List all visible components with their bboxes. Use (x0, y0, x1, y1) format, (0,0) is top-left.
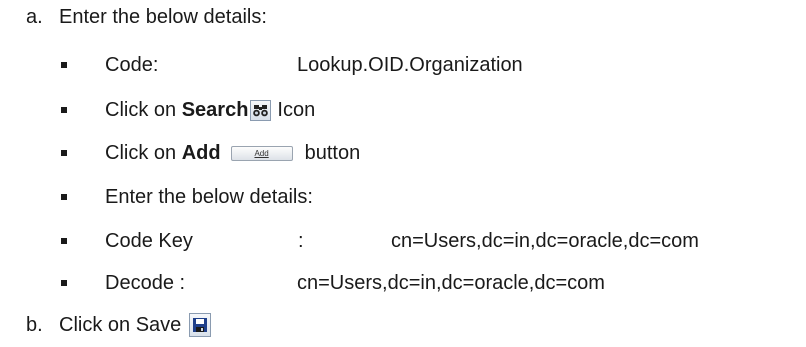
bullet (61, 194, 67, 200)
add-bold: Add (181, 142, 221, 164)
search-suffix: Icon (277, 99, 316, 121)
add-prefix: Click on (105, 142, 182, 164)
enter-text: Enter the below details: (105, 186, 313, 208)
add-button[interactable]: Add (230, 145, 293, 161)
bullet (61, 238, 67, 244)
floppy-disk-icon[interactable] (189, 313, 212, 337)
step-a-text: Enter the below details: (59, 6, 267, 28)
step-b-marker: b. (26, 314, 43, 336)
bullet (61, 107, 67, 113)
decode-value: cn=Users,dc=in,dc=oracle,dc=com (297, 272, 605, 294)
bullet (61, 150, 67, 156)
search-instruction: Click on Search Icon (105, 95, 315, 125)
add-instruction: Click on Add Add button (105, 138, 360, 168)
search-prefix: Click on (105, 99, 182, 121)
codekey-value: cn=Users,dc=in,dc=oracle,dc=com (391, 230, 699, 252)
code-label: Code: (105, 54, 159, 76)
add-suffix: button (304, 142, 361, 164)
bullet (61, 62, 67, 68)
bullet (61, 280, 67, 286)
binoculars-icon[interactable] (250, 99, 272, 121)
step-a-marker: a. (26, 6, 43, 28)
codekey-colon: : (298, 230, 304, 252)
code-value: Lookup.OID.Organization (297, 54, 523, 76)
codekey-label: Code Key (105, 230, 193, 252)
search-bold: Search (181, 99, 249, 121)
decode-label: Decode : (105, 272, 186, 294)
step-b-text: Click on Save (59, 314, 182, 336)
step-b-instruction: Click on Save (59, 310, 212, 340)
